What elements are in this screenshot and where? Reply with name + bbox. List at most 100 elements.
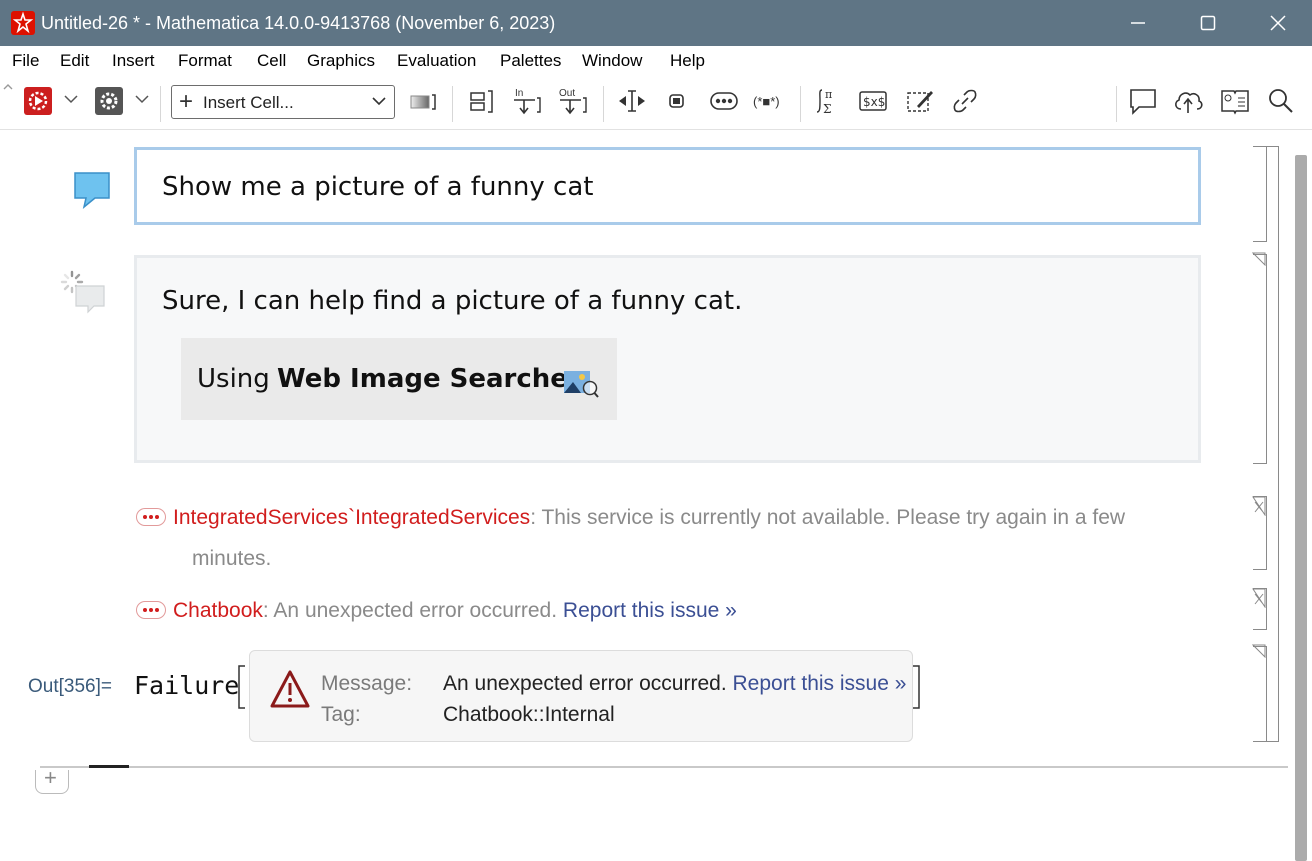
scrollbar[interactable] [1295,155,1307,861]
svg-text:Σ: Σ [823,102,831,116]
menu-evaluation[interactable]: Evaluation [397,51,476,71]
speech-bubble-icon [1130,89,1156,115]
report-issue-link[interactable]: Report this issue » [733,672,907,695]
toolbar: + Insert Cell... In Out (*■*) πΣ $x$ [0,76,1312,130]
cell-tag-button[interactable] [664,86,690,120]
chevron-down-icon[interactable] [63,94,79,128]
split-cursor-icon [619,90,645,112]
cell-style-button[interactable] [408,86,438,120]
title-bar: Untitled-26 * - Mathematica 14.0.0-94137… [0,0,1312,46]
tool-using-label: Using [197,364,270,394]
failure-head: Failure [134,671,240,700]
chat-evaluate-button[interactable] [23,86,53,120]
svg-text:$x$: $x$ [863,95,885,109]
documentation-button[interactable] [1219,86,1251,120]
mathematica-app-icon[interactable] [11,11,35,35]
menu-format[interactable]: Format [178,51,232,71]
close-button[interactable] [1243,0,1312,46]
integral-pi-sigma-icon: πΣ [816,88,832,116]
svg-text:Out: Out [559,88,575,99]
toolbar-separator [1116,86,1117,122]
split-cell-button[interactable] [616,86,648,120]
message-body: This service is currently not available.… [541,506,1126,529]
evaluate-out-button[interactable]: Out [557,86,589,120]
message-integratedservices: IntegratedServices`IntegratedServices: T… [173,506,1126,529]
add-cell-button[interactable]: + [35,765,69,794]
link-chain-icon [953,89,977,113]
search-icon [1269,89,1293,113]
image-search-icon [564,371,599,398]
cloud-publish-button[interactable] [1172,86,1204,120]
menu-file[interactable]: File [12,51,39,71]
cell-group-icon [470,90,493,113]
toolbar-separator [160,86,161,122]
maximize-icon [1200,15,1216,31]
menu-graphics[interactable]: Graphics [307,51,375,71]
plus-icon: + [179,88,194,115]
user-prompt-text: Show me a picture of a funny cat [162,172,594,202]
menu-palettes[interactable]: Palettes [500,51,561,71]
message-ellipsis-icon[interactable] [136,508,166,526]
left-bracket [237,665,247,714]
menu-window[interactable]: Window [582,51,642,71]
hyperlink-button[interactable] [950,86,980,120]
comment-toggle-button[interactable]: (*■*) [753,94,780,128]
notebook-area [0,131,1312,861]
search-button[interactable] [1266,86,1296,120]
math-input-button[interactable]: πΣ [813,86,843,120]
ellipsis-icon [710,92,738,110]
book-icon [1221,90,1249,115]
message-ellipsis-icon[interactable] [136,601,166,619]
cell-bracket-gradient-icon [410,94,436,110]
plus-icon: + [44,765,57,790]
toolbar-collapse-icon[interactable] [3,82,13,116]
tag-key: Tag: [321,703,361,726]
menu-edit[interactable]: Edit [60,51,89,71]
svg-text:In: In [515,88,523,99]
pen-draw-icon [907,91,933,112]
message-head: Chatbook [173,599,263,622]
minimize-button[interactable] [1103,0,1173,46]
menu-help[interactable]: Help [670,51,705,71]
drawing-button[interactable] [905,86,935,120]
chat-button[interactable] [1128,86,1158,120]
svg-text:π: π [825,88,832,101]
menu-insert[interactable]: Insert [112,51,155,71]
assistant-loading-icon [58,268,108,321]
cell-tag-icon [669,94,684,108]
insert-cell-dropdown[interactable]: + Insert Cell... [171,85,395,119]
tool-call-box[interactable]: Using Web Image Searcher [181,338,617,420]
cell-bracket-marker [1251,644,1266,663]
cell-group-bracket[interactable] [1265,146,1279,742]
settings-gear-button[interactable] [94,86,124,120]
evaluate-in-button[interactable]: In [511,86,543,120]
maximize-button[interactable] [1173,0,1243,46]
assistant-response-text: Sure, I can help find a picture of a fun… [162,286,743,316]
cell-bracket-marker [1252,588,1266,613]
tex-dollar-icon: $x$ [859,91,887,111]
cell-insertion-line[interactable] [40,766,1288,768]
cell-bracket-marker [1251,252,1266,271]
message-body: An unexpected error occurred. [273,599,558,622]
assistant-response-cell[interactable]: Sure, I can help find a picture of a fun… [134,255,1201,463]
toolbar-separator [452,86,453,122]
user-prompt-cell[interactable]: Show me a picture of a funny cat [134,147,1201,225]
message-value: An unexpected error occurred. Report thi… [443,672,907,695]
window-title: Untitled-26 * - Mathematica 14.0.0-94137… [41,13,556,33]
failure-summary-box[interactable]: Message: An unexpected error occurred. R… [249,650,913,742]
message-head: IntegratedServices`IntegratedServices [173,506,531,529]
cell-group-button[interactable] [467,86,497,120]
menu-cell[interactable]: Cell [257,51,286,71]
gear-icon [95,87,123,115]
user-chat-icon [72,170,112,215]
cell-bracket[interactable] [1253,254,1267,464]
report-issue-link[interactable]: Report this issue » [563,599,737,622]
tex-input-button[interactable]: $x$ [858,86,888,120]
chevron-down-icon[interactable] [134,94,150,128]
minimize-icon [1131,22,1145,24]
messages-button[interactable] [709,86,739,120]
warning-triangle-icon [270,670,310,708]
insert-cell-label: Insert Cell... [203,93,294,112]
out-label: Out[356]= [28,676,112,697]
message-integratedservices-cont: minutes. [192,547,272,570]
